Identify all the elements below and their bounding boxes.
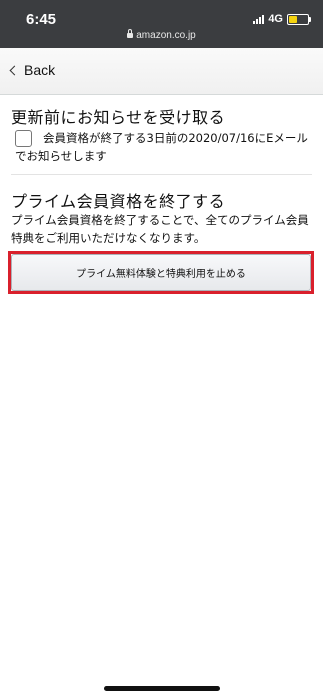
- lock-icon: [127, 29, 134, 38]
- status-bar: 6:45 4G amazon.co.jp: [0, 0, 323, 48]
- chevron-left-icon: [9, 65, 20, 76]
- section-divider: [11, 174, 312, 175]
- url-text: amazon.co.jp: [136, 30, 196, 41]
- stop-trial-button[interactable]: プライム無料体験と特典利用を止める: [11, 254, 311, 291]
- back-label: Back: [24, 62, 56, 78]
- end-section-description: プライム会員資格を終了することで、全てのプライム会員特典をご利用いただけなくなり…: [11, 213, 309, 245]
- signal-icon: [253, 14, 265, 24]
- url-bar[interactable]: amazon.co.jp: [0, 29, 323, 41]
- nav-bar: Back: [0, 48, 323, 95]
- status-time: 6:45: [26, 11, 57, 28]
- network-label: 4G: [268, 13, 283, 25]
- notify-section-title: 更新前にお知らせを受け取る: [11, 108, 226, 127]
- back-button[interactable]: Back: [9, 62, 56, 78]
- battery-icon: [287, 13, 311, 25]
- home-indicator[interactable]: [104, 686, 220, 691]
- notify-checkbox-label: 会員資格が終了する3日前の2020/07/16にEメールでお知らせします: [15, 131, 308, 163]
- end-section-title: プライム会員資格を終了する: [11, 192, 226, 211]
- status-indicators: 4G: [253, 13, 311, 25]
